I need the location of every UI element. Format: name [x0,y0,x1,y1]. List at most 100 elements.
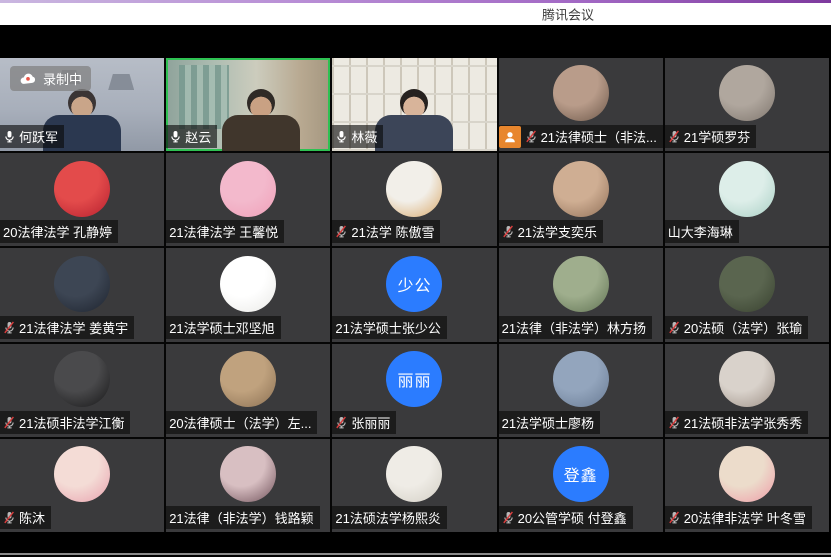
participant-name: 赵云 [185,127,211,146]
avatar [719,256,775,312]
avatar [54,256,110,312]
participant-tile[interactable]: 山大李海琳 [665,153,829,246]
avatar [719,351,775,407]
avatar: 少公 [386,256,442,312]
video-person-silhouette [216,89,306,151]
person-head [247,89,275,117]
participant-name-bar: 21法硕法学杨熙炎 [332,506,446,529]
mic-muted-icon [502,510,515,525]
recording-badge-label: 录制中 [43,69,82,88]
participant-name: 张丽丽 [351,413,390,432]
participant-name: 21法律法学 姜黄宇 [19,318,128,337]
mic-muted-icon [668,129,681,144]
avatar [553,256,609,312]
participant-tile[interactable]: 陈沐 [0,439,164,532]
window-titlebar[interactable]: 腾讯会议 [0,3,831,25]
person-body [222,115,300,151]
participant-name-bar: 山大李海琳 [665,220,739,243]
participant-name: 20法律非法学 叶冬雪 [684,508,806,527]
participant-tile[interactable]: 21法律法学 姜黄宇 [0,248,164,341]
participant-name: 林薇 [351,127,377,146]
participant-tile[interactable]: 21法硕非法学张秀秀 [665,344,829,437]
avatar [553,351,609,407]
participant-tile[interactable]: 20法律法学 孔静婷 [0,153,164,246]
participant-name-bar: 20法律硕士（法学）左... [166,411,317,434]
cloud-icon [19,72,37,85]
participant-tile[interactable]: 林薇 [332,58,496,151]
participant-tile[interactable]: 20法律硕士（法学）左... [166,344,330,437]
avatar [54,446,110,502]
window-title: 腾讯会议 [542,5,594,24]
participant-name: 山大李海琳 [668,222,733,241]
participant-name-bar: 张丽丽 [332,411,396,434]
avatar [54,161,110,217]
participant-tile[interactable]: 21法学支奕乐 [499,153,663,246]
participant-tile[interactable]: 21法学硕士廖杨 [499,344,663,437]
ceiling-lamp-shape [108,74,134,90]
participant-name: 21法律（非法学）钱路颖 [169,508,313,527]
participant-name: 21法学硕士张少公 [335,318,440,337]
meeting-toolbar-area [0,25,831,58]
bottom-area [0,532,831,557]
participant-tile[interactable]: 21学硕罗芬 [665,58,829,151]
participant-name-bar: 21法律（非法学）钱路颖 [166,506,319,529]
participant-name: 21法律硕士（非法... [541,127,657,146]
participant-name-bar: 20法律非法学 叶冬雪 [665,506,812,529]
mic-muted-icon [3,510,16,525]
participant-tile[interactable]: 21法律硕士（非法... [499,58,663,151]
participant-tile[interactable]: 20法律非法学 叶冬雪 [665,439,829,532]
avatar [54,351,110,407]
person-body [375,115,453,151]
participant-name-bar: 21法律法学 姜黄宇 [0,316,134,339]
participant-tile[interactable]: 21法硕法学杨熙炎 [332,439,496,532]
avatar: 登鑫 [553,446,609,502]
person-icon [503,130,517,144]
participant-name: 20法硕（法学）张瑜 [684,318,802,337]
mic-muted-icon [668,415,681,430]
participant-name-bar: 20法律法学 孔静婷 [0,220,118,243]
mic-muted-icon [335,415,348,430]
participant-tile[interactable]: 赵云 [166,58,330,151]
participant-name: 21法硕非法学江衡 [19,413,124,432]
participant-name: 20法律硕士（法学）左... [169,413,311,432]
participant-tile[interactable]: 20法硕（法学）张瑜 [665,248,829,341]
avatar [719,161,775,217]
participant-tile[interactable]: 21法律法学 王馨悦 [166,153,330,246]
avatar [719,446,775,502]
participant-name: 21法学 陈傲雪 [351,222,434,241]
participant-tile[interactable]: 录制中何跃军 [0,58,164,151]
participant-name-bar: 21法硕非法学江衡 [0,411,130,434]
participant-name: 21法律（非法学）林方扬 [502,318,646,337]
participant-name-bar: 陈沐 [0,506,51,529]
participant-grid: 录制中何跃军赵云林薇21法律硕士（非法...21学硕罗芬20法律法学 孔静婷21… [0,58,829,532]
avatar [220,446,276,502]
avatar [553,65,609,121]
participant-tile[interactable]: 21法律（非法学）林方扬 [499,248,663,341]
participant-name-bar: 21法律法学 王馨悦 [166,220,284,243]
participant-tile[interactable]: 丽丽张丽丽 [332,344,496,437]
participant-name-bar: 21法学硕士邓坚旭 [166,316,280,339]
avatar [220,256,276,312]
participant-name-bar: 21法律（非法学）林方扬 [499,316,652,339]
participant-name: 21法学支奕乐 [518,222,597,241]
participant-tile[interactable]: 21法硕非法学江衡 [0,344,164,437]
participant-name-bar: 何跃军 [0,125,64,148]
member-badge [499,126,521,148]
participant-tile[interactable]: 21法学 陈傲雪 [332,153,496,246]
mic-icon [169,129,182,144]
participant-name-bar: 21法学支奕乐 [499,220,603,243]
participant-tile[interactable]: 少公 21法学硕士张少公 [332,248,496,341]
participant-tile[interactable]: 21法学硕士邓坚旭 [166,248,330,341]
participant-name-bar: 赵云 [166,125,217,148]
avatar [220,351,276,407]
participant-name-bar: 20公管学硕 付登鑫 [499,506,633,529]
avatar [386,161,442,217]
participant-tile[interactable]: 21法律（非法学）钱路颖 [166,439,330,532]
person-head [68,89,96,117]
participant-name: 21学硕罗芬 [684,127,750,146]
participant-name: 21法硕非法学张秀秀 [684,413,802,432]
participant-name: 20法律法学 孔静婷 [3,222,112,241]
mic-icon [335,129,348,144]
participant-tile[interactable]: 登鑫 20公管学硕 付登鑫 [499,439,663,532]
participant-name: 何跃军 [19,127,58,146]
